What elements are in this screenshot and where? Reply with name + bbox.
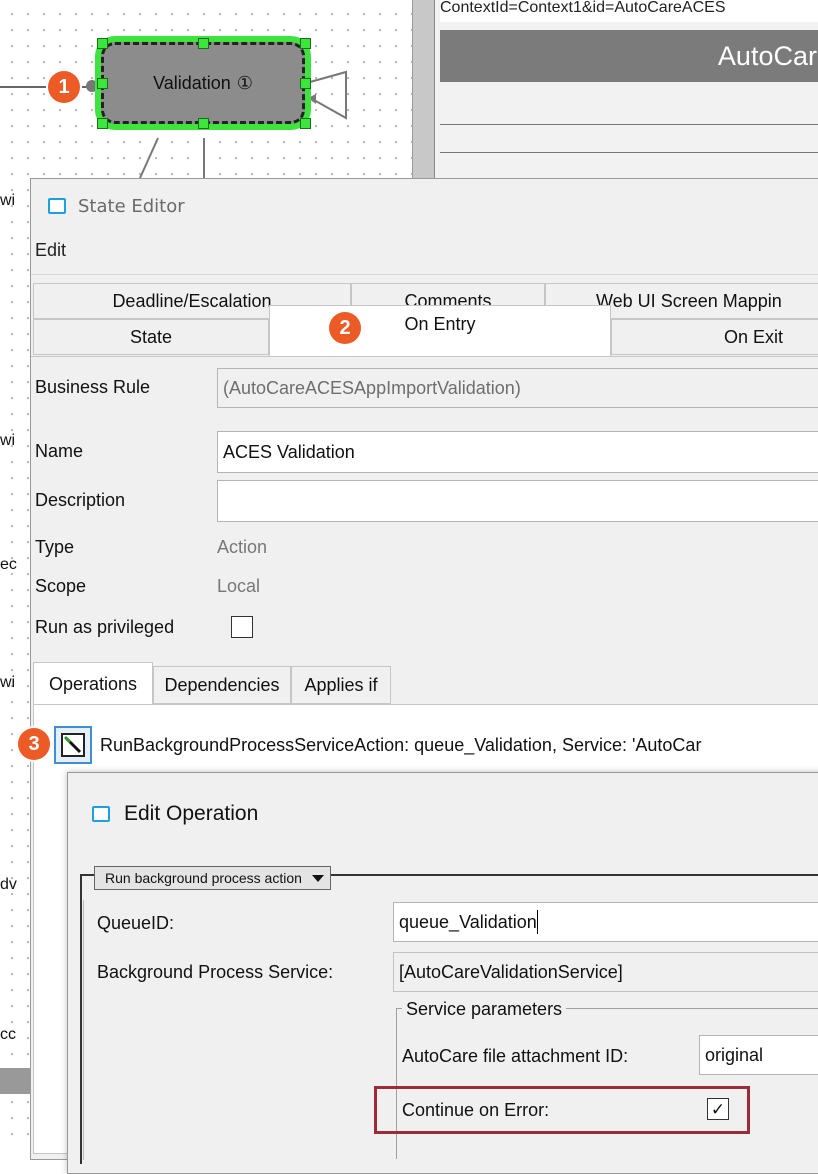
queue-id-field[interactable]: queue_Validation — [393, 902, 818, 942]
right-panel — [434, 0, 818, 180]
tab-applies-if[interactable]: Applies if — [291, 666, 391, 704]
resize-handle[interactable] — [97, 38, 108, 49]
resize-handle[interactable] — [300, 118, 311, 129]
action-type-value: Run background process action — [105, 870, 302, 886]
operation-row[interactable]: RunBackgroundProcessServiceAction: queue… — [38, 716, 818, 774]
menu-edit[interactable]: Edit — [35, 240, 66, 261]
description-field[interactable] — [217, 480, 818, 522]
scope-label: Scope — [35, 576, 87, 596]
business-rule-label: Business Rule — [35, 377, 151, 397]
tab-operations[interactable]: Operations — [33, 662, 153, 706]
attachment-id-label: AutoCare file attachment ID: — [402, 1046, 629, 1066]
resize-handle[interactable] — [198, 118, 209, 129]
callout-badge-2: 2 — [329, 312, 361, 344]
state-editor-title: State Editor — [78, 195, 185, 217]
pencil-icon — [63, 735, 82, 754]
edit-operation-title: Edit Operation — [124, 802, 259, 825]
resize-handle[interactable] — [300, 78, 311, 89]
queue-id-value: queue_Validation — [399, 911, 537, 932]
right-panel-url: ContextId=Context1&id=AutoCareACES — [440, 0, 818, 22]
canvas-fragment: wi — [0, 674, 16, 691]
edit-operation-titlebar[interactable]: Edit Operation — [92, 802, 258, 826]
state-node-validation[interactable]: Validation ① — [101, 42, 305, 124]
window-icon — [48, 198, 66, 214]
divider — [31, 356, 818, 357]
canvas-fragment: cc — [0, 1026, 16, 1043]
divider — [440, 124, 818, 125]
resize-handle[interactable] — [198, 38, 209, 49]
resize-handle[interactable] — [300, 38, 311, 49]
bps-field[interactable]: [AutoCareValidationService] — [393, 952, 818, 992]
text-cursor — [536, 910, 538, 934]
right-panel-header: AutoCare — [440, 30, 818, 82]
run-as-privileged-checkbox[interactable] — [231, 616, 253, 638]
type-label: Type — [35, 537, 75, 557]
canvas-fragment: ec — [0, 556, 17, 573]
resize-handle[interactable] — [97, 78, 108, 89]
state-node-label: Validation — [153, 72, 231, 93]
name-label: Name — [35, 441, 84, 461]
operation-text: RunBackgroundProcessServiceAction: queue… — [100, 734, 702, 755]
divider — [440, 152, 818, 153]
resize-handle[interactable] — [97, 118, 108, 129]
description-label: Description — [35, 490, 126, 510]
tab-on-entry[interactable]: On Entry — [269, 305, 611, 357]
queue-id-label: QueueID: — [97, 913, 175, 933]
run-as-privileged-label: Run as privileged — [35, 617, 175, 637]
callout-badge-3: 3 — [18, 728, 50, 760]
canvas-fragment-bar — [0, 1068, 30, 1094]
canvas-fragment: wi — [0, 432, 16, 449]
divider — [31, 274, 818, 275]
right-panel-header-text: AutoCare — [717, 41, 818, 71]
service-parameters-legend: Service parameters — [402, 999, 567, 1020]
tab-dependencies[interactable]: Dependencies — [153, 666, 291, 704]
service-parameters-group — [396, 1008, 818, 1159]
business-rule-field[interactable]: (AutoCareACESAppImportValidation) — [217, 368, 818, 408]
chevron-down-icon — [311, 874, 324, 882]
tab-on-exit[interactable]: On Exit — [611, 319, 818, 355]
action-type-dropdown[interactable]: Run background process action — [94, 866, 331, 890]
callout-badge-1: 1 — [48, 71, 80, 103]
state-editor-titlebar[interactable]: State Editor — [48, 190, 185, 222]
edit-operation-icon — [61, 733, 85, 757]
edit-operation-button[interactable] — [54, 726, 92, 764]
callout-highlight-box — [374, 1086, 750, 1134]
type-value: Action — [217, 537, 268, 557]
attachment-id-field[interactable]: original — [699, 1035, 818, 1075]
canvas-fragment: wi — [0, 192, 16, 209]
bps-label: Background Process Service: — [97, 962, 334, 982]
name-field[interactable]: ACES Validation — [217, 431, 818, 473]
canvas-fragment: dv — [0, 876, 17, 893]
window-icon — [92, 806, 110, 822]
scope-value: Local — [217, 576, 261, 596]
info-icon: ① — [236, 72, 253, 93]
tab-state[interactable]: State — [33, 319, 269, 355]
